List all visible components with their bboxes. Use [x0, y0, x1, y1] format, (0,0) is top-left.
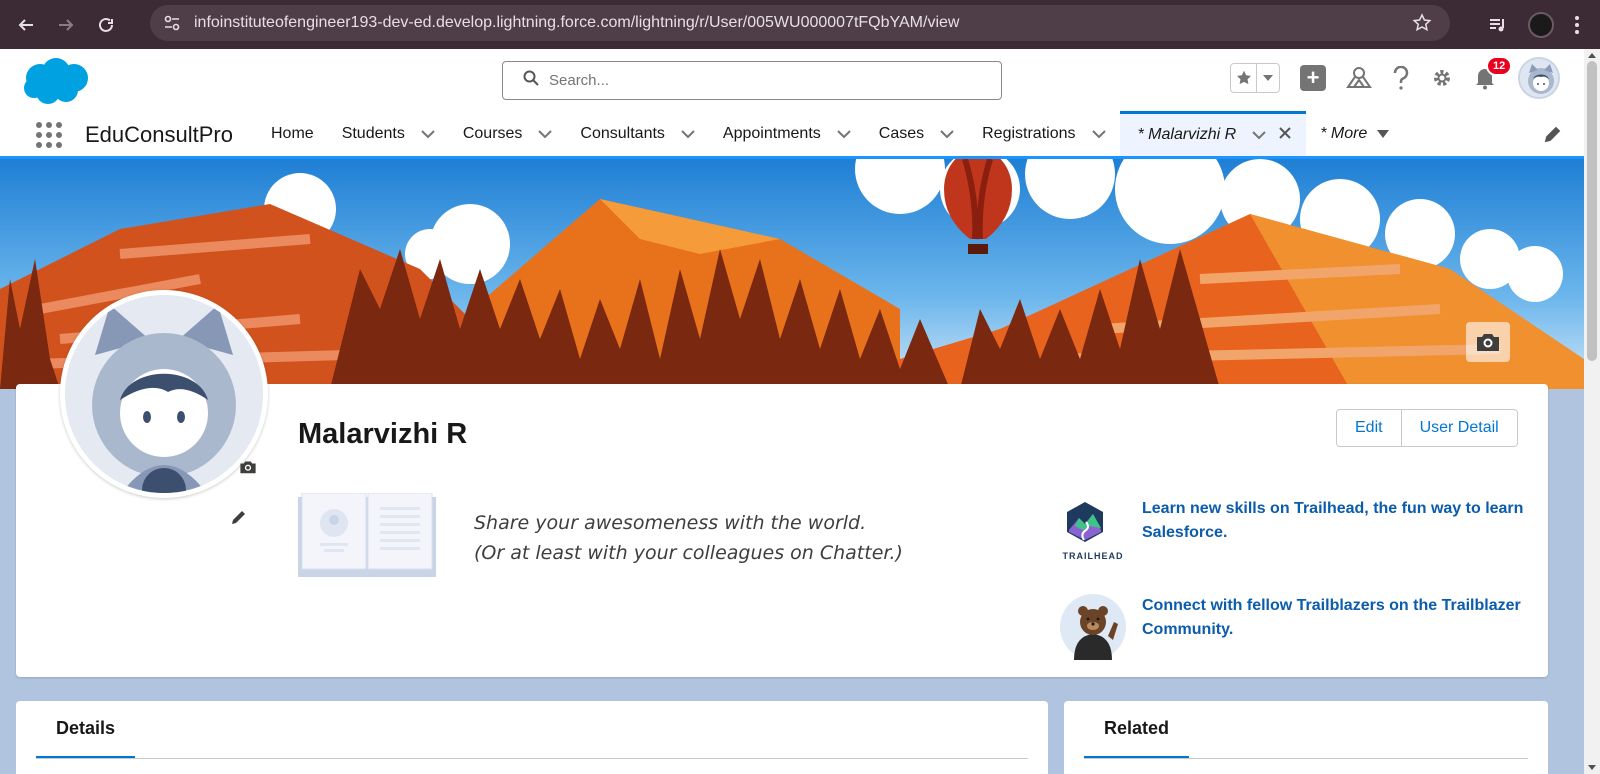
- tab-malarvizhi-r[interactable]: * Malarvizhi R: [1119, 111, 1307, 156]
- about-line-2: (Or at least with your colleagues on Cha…: [474, 542, 903, 564]
- chevron-down-icon[interactable]: [421, 129, 435, 139]
- scroll-up-arrow-icon[interactable]: [1588, 53, 1596, 58]
- global-actions-plus-icon[interactable]: +: [1300, 65, 1326, 91]
- notification-count-badge: 12: [1486, 56, 1513, 76]
- scroll-down-arrow-icon[interactable]: [1588, 765, 1596, 770]
- profile-photo[interactable]: [60, 290, 268, 498]
- notifications-bell-icon[interactable]: 12: [1474, 56, 1513, 90]
- chevron-down-icon[interactable]: [538, 129, 553, 139]
- trailhead-link[interactable]: Learn new skills on Trailhead, the fun w…: [1142, 497, 1532, 545]
- nav-item-label: Cases: [878, 124, 925, 142]
- trailhead-logo-icon: TRAILHEAD: [1058, 497, 1128, 563]
- global-search[interactable]: [502, 61, 1002, 100]
- chevron-down-icon[interactable]: [940, 129, 954, 139]
- scrollbar-thumb[interactable]: [1587, 61, 1597, 361]
- more-label: * More: [1320, 124, 1368, 142]
- help-icon[interactable]: [1392, 66, 1410, 90]
- reload-icon[interactable]: [92, 11, 120, 39]
- nav-item-appointments[interactable]: Appointments: [709, 111, 865, 156]
- user-detail-button[interactable]: User Detail: [1401, 409, 1518, 447]
- chevron-down-icon[interactable]: [1252, 130, 1266, 140]
- nav-item-label: Appointments: [722, 124, 821, 142]
- edit-button[interactable]: Edit: [1336, 409, 1402, 447]
- nav-item-cases[interactable]: Cases: [865, 111, 968, 156]
- forward-icon[interactable]: [52, 11, 80, 39]
- browser-profile-avatar[interactable]: [1528, 11, 1554, 38]
- community-promo: Connect with fellow Trailblazers on the …: [1058, 594, 1532, 660]
- tab-divider: [36, 758, 1028, 759]
- details-panel: Details: [16, 701, 1048, 774]
- profile-actions: Edit User Detail: [1336, 409, 1518, 447]
- search-input[interactable]: [549, 72, 949, 89]
- setup-gear-icon[interactable]: [1430, 66, 1454, 90]
- browser-toolbar: infoinstituteofengineer193-dev-ed.develo…: [0, 0, 1600, 49]
- edit-about-pencil-icon[interactable]: [230, 508, 248, 531]
- site-info-icon[interactable]: [162, 13, 182, 33]
- chevron-down-icon[interactable]: [681, 129, 695, 139]
- url-text[interactable]: infoinstituteofengineer193-dev-ed.develo…: [194, 14, 959, 32]
- nav-item-label: Consultants: [580, 124, 665, 142]
- nav-item-label: Home: [271, 124, 314, 142]
- chevron-down-icon[interactable]: [1091, 129, 1106, 139]
- trailblazer-bear-icon: [1058, 594, 1128, 660]
- active-tab-label: * Malarvizhi R: [1137, 126, 1237, 143]
- close-tab-icon[interactable]: [1278, 126, 1292, 145]
- profile-name: Malarvizhi R: [298, 418, 468, 450]
- tab-divider: [1084, 758, 1528, 759]
- trailhead-promo: TRAILHEAD Learn new skills on Trailhead,…: [1058, 497, 1532, 563]
- banner-camera-icon[interactable]: [1466, 322, 1510, 362]
- trailhead-guidance-icon[interactable]: [1346, 67, 1372, 89]
- favorites-group: [1230, 63, 1280, 93]
- trailhead-label: TRAILHEAD: [1062, 550, 1124, 561]
- app-navigation-bar: EduConsultPro Home Students Courses Cons…: [0, 111, 1584, 159]
- nav-item-label: Students: [341, 124, 405, 142]
- photo-camera-icon[interactable]: [239, 460, 257, 479]
- global-header: + 12: [0, 49, 1584, 111]
- tab-details[interactable]: Details: [36, 701, 136, 759]
- about-me-placeholder: Share your awesomeness with the world. (…: [474, 508, 903, 568]
- about-line-1: Share your awesomeness with the world.: [474, 512, 867, 534]
- bookmark-star-icon[interactable]: [1412, 13, 1432, 38]
- favorites-star-icon[interactable]: [1231, 64, 1257, 92]
- nav-item-label: Courses: [462, 124, 523, 142]
- tab-related[interactable]: Related: [1084, 701, 1190, 759]
- nav-item-courses[interactable]: Courses: [449, 111, 567, 156]
- app-launcher-icon[interactable]: [35, 121, 63, 154]
- back-icon[interactable]: [12, 11, 40, 39]
- app-name: EduConsultPro: [85, 122, 233, 147]
- related-panel: Related: [1064, 701, 1548, 774]
- nav-item-students[interactable]: Students: [328, 111, 449, 156]
- media-queue-icon[interactable]: [1488, 15, 1508, 35]
- salesforce-cloud-logo[interactable]: [20, 56, 92, 111]
- edit-nav-pencil-icon[interactable]: [1544, 125, 1562, 148]
- nav-more-menu[interactable]: * More: [1306, 111, 1403, 156]
- address-bar[interactable]: infoinstituteofengineer193-dev-ed.develo…: [150, 5, 1450, 41]
- nav-item-label: Registrations: [982, 124, 1076, 142]
- nav-item-home[interactable]: Home: [257, 111, 328, 156]
- open-book-illustration: [298, 492, 436, 582]
- caret-down-icon: [1377, 125, 1390, 143]
- favorites-dropdown-icon[interactable]: [1257, 64, 1279, 92]
- search-icon: [523, 70, 539, 91]
- chevron-down-icon[interactable]: [837, 129, 851, 139]
- nav-item-consultants[interactable]: Consultants: [566, 111, 709, 156]
- trailblazer-community-link[interactable]: Connect with fellow Trailblazers on the …: [1142, 594, 1532, 642]
- page-scrollbar[interactable]: [1584, 49, 1600, 774]
- user-profile-avatar[interactable]: [1518, 57, 1560, 99]
- browser-menu-icon[interactable]: [1574, 15, 1580, 35]
- nav-item-registrations[interactable]: Registrations: [968, 111, 1119, 156]
